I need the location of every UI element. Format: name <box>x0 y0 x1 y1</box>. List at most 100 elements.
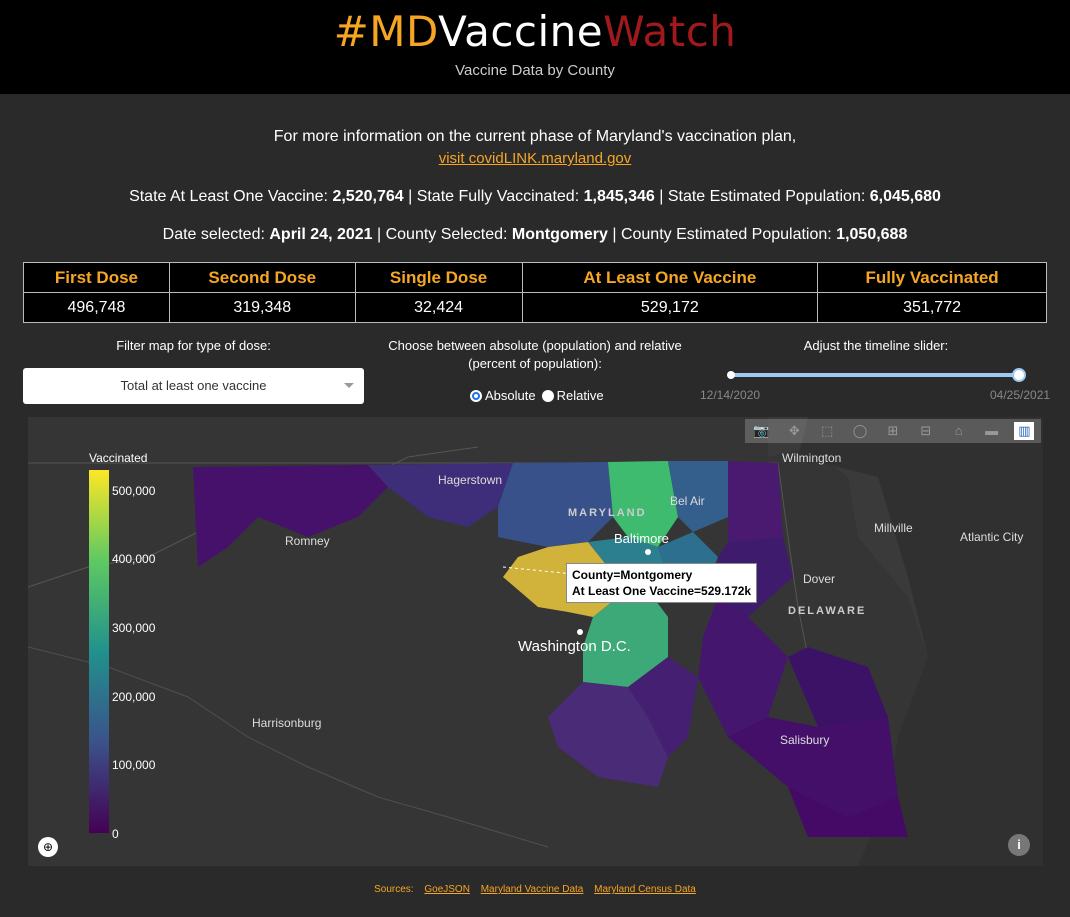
lasso-icon[interactable]: ◯ <box>850 422 870 440</box>
state-pop-label: | State Estimated Population: <box>654 188 870 205</box>
county-value: Montgomery <box>511 226 608 243</box>
header-second-dose: Second Dose <box>168 262 356 293</box>
zoom-out-icon[interactable]: ⊟ <box>916 422 936 440</box>
mode-label: Choose between absolute (population) and… <box>370 337 700 373</box>
header-at-least-one: At Least One Vaccine <box>521 262 819 293</box>
value-first-dose: 496,748 <box>23 292 170 323</box>
camera-icon[interactable]: 📷 <box>751 422 771 440</box>
link-geojson[interactable]: GoeJSON <box>424 884 470 895</box>
value-single-dose: 32,424 <box>354 292 523 323</box>
brand-part-watch: Watch <box>603 7 737 56</box>
selection-stats: Date selected: April 24, 2021 | County S… <box>0 226 1070 244</box>
timeline-slider-track[interactable] <box>731 373 1021 377</box>
county-pop-label: | County Estimated Population: <box>607 226 837 243</box>
colorbar-tick-100k: 100,000 <box>112 758 156 772</box>
colorbar-tick-500k: 500,000 <box>112 484 156 498</box>
pan-icon[interactable]: ✥ <box>784 422 804 440</box>
radio-absolute-label[interactable]: Absolute <box>485 388 536 403</box>
sources-label: Sources: <box>374 884 414 895</box>
mode-label-line2: (percent of population): <box>468 356 602 371</box>
date-value: April 24, 2021 <box>269 226 373 243</box>
mode-label-line1: Choose between absolute (population) and… <box>388 338 682 353</box>
page-subtitle: Vaccine Data by County <box>455 62 615 79</box>
state-fully-value: 1,845,346 <box>583 188 655 205</box>
hover-tooltip: County=Montgomery At Least One Vaccine=5… <box>566 563 758 603</box>
brand-part-md: #MD <box>333 7 439 56</box>
state-one-vaccine-value: 2,520,764 <box>332 188 404 205</box>
date-label: Date selected: <box>162 226 270 243</box>
colorbar <box>89 470 109 833</box>
slider-start-label: 12/14/2020 <box>700 388 761 402</box>
plotly-logo-icon[interactable]: ▥ <box>1014 422 1035 440</box>
slider-end-label: 04/25/2021 <box>990 388 1051 402</box>
mapbox-logo-icon[interactable]: ⊕ <box>38 837 58 857</box>
link-maryland-census-data[interactable]: Maryland Census Data <box>594 884 696 895</box>
home-icon[interactable]: ⌂ <box>949 422 969 440</box>
radio-relative[interactable] <box>541 389 554 402</box>
place-maryland: MARYLAND <box>568 507 647 519</box>
dose-table: First Dose Second Dose Single Dose At Le… <box>23 262 1047 323</box>
value-fully-vaccinated: 351,772 <box>817 292 1047 323</box>
header: #MDVaccineWatch Vaccine Data by County <box>0 0 1070 94</box>
state-stats: State At Least One Vaccine: 2,520,764 | … <box>0 188 1070 206</box>
info-text: For more information on the current phas… <box>273 128 797 145</box>
colorbar-title: Vaccinated <box>89 451 148 465</box>
tooltip-county: County=Montgomery <box>572 568 693 582</box>
dose-type-select-value: Total at least one vaccine <box>120 378 267 393</box>
baltimore-dot <box>645 549 651 555</box>
link-maryland-vaccine-data[interactable]: Maryland Vaccine Data <box>481 884 584 895</box>
tooltip-value: At Least One Vaccine=529.172k <box>572 584 752 598</box>
header-single-dose: Single Dose <box>354 262 523 293</box>
county-pop-value: 1,050,688 <box>836 226 908 243</box>
brand-part-vaccine: Vaccine <box>438 7 604 56</box>
state-pop-value: 6,045,680 <box>869 188 941 205</box>
timeline-slider-start-dot <box>727 371 735 379</box>
radio-absolute[interactable] <box>470 389 482 402</box>
brand-title: #MDVaccineWatch <box>0 6 1070 58</box>
radio-relative-label[interactable]: Relative <box>557 388 604 403</box>
dose-type-select[interactable]: Total at least one vaccine <box>23 368 364 404</box>
state-one-vaccine-label: State At Least One Vaccine: <box>129 188 333 205</box>
covidlink-link: visit covidLINK.maryland.gov <box>0 150 1070 167</box>
footer: Sources: GoeJSON Maryland Vaccine Data M… <box>0 884 1070 895</box>
county-frederick-carroll <box>498 462 613 547</box>
colorbar-tick-0: 0 <box>112 827 119 841</box>
value-at-least-one: 529,172 <box>521 292 819 323</box>
plot-modebar: 📷 ✥ ⬚ ◯ ⊞ ⊟ ⌂ ▬ ▥ <box>745 419 1041 443</box>
place-hagerstown: Hagerstown <box>438 473 503 487</box>
colorbar-tick-400k: 400,000 <box>112 552 156 566</box>
header-fully-vaccinated: Fully Vaccinated <box>817 262 1047 293</box>
eraser-icon[interactable]: ▬ <box>982 422 1002 440</box>
place-delaware: DELAWARE <box>788 605 867 617</box>
place-romney: Romney <box>285 534 330 548</box>
colorbar-tick-300k: 300,000 <box>112 621 156 635</box>
chevron-down-icon <box>344 383 354 388</box>
place-salisbury: Salisbury <box>780 733 830 747</box>
slider-label: Adjust the timeline slider: <box>803 338 949 353</box>
header-first-dose: First Dose <box>23 262 170 293</box>
place-harrisonburg: Harrisonburg <box>252 716 322 730</box>
washington-dot <box>577 629 583 635</box>
county-cecil <box>728 461 783 542</box>
choropleth-map[interactable]: 📷 ✥ ⬚ ◯ ⊞ ⊟ ⌂ ▬ ▥ Wilmington Hagerstown … <box>28 417 1043 866</box>
zoom-in-icon[interactable]: ⊞ <box>883 422 903 440</box>
place-baltimore: Baltimore <box>614 531 669 546</box>
county-label: | County Selected: <box>372 226 512 243</box>
place-atlantic-city: Atlantic City <box>960 530 1024 544</box>
dose-table-header-row: First Dose Second Dose Single Dose At Le… <box>23 262 1047 293</box>
place-bel-air: Bel Air <box>670 494 705 508</box>
colorbar-tick-200k: 200,000 <box>112 690 156 704</box>
place-dover: Dover <box>803 572 836 586</box>
box-select-icon[interactable]: ⬚ <box>817 422 837 440</box>
filter-label: Filter map for type of dose: <box>116 338 271 353</box>
info-icon[interactable]: i <box>1008 834 1030 856</box>
state-fully-label: | State Fully Vaccinated: <box>403 188 584 205</box>
mode-radio-group: Absolute Relative <box>470 388 604 403</box>
place-millville: Millville <box>874 521 913 535</box>
place-washington-dc: Washington D.C. <box>518 638 631 655</box>
value-second-dose: 319,348 <box>168 292 356 323</box>
place-wilmington: Wilmington <box>782 451 842 465</box>
timeline-slider-handle[interactable] <box>1012 368 1026 382</box>
dose-table-value-row: 496,748 319,348 32,424 529,172 351,772 <box>23 292 1047 323</box>
covidlink-anchor[interactable]: visit covidLINK.maryland.gov <box>439 150 632 167</box>
